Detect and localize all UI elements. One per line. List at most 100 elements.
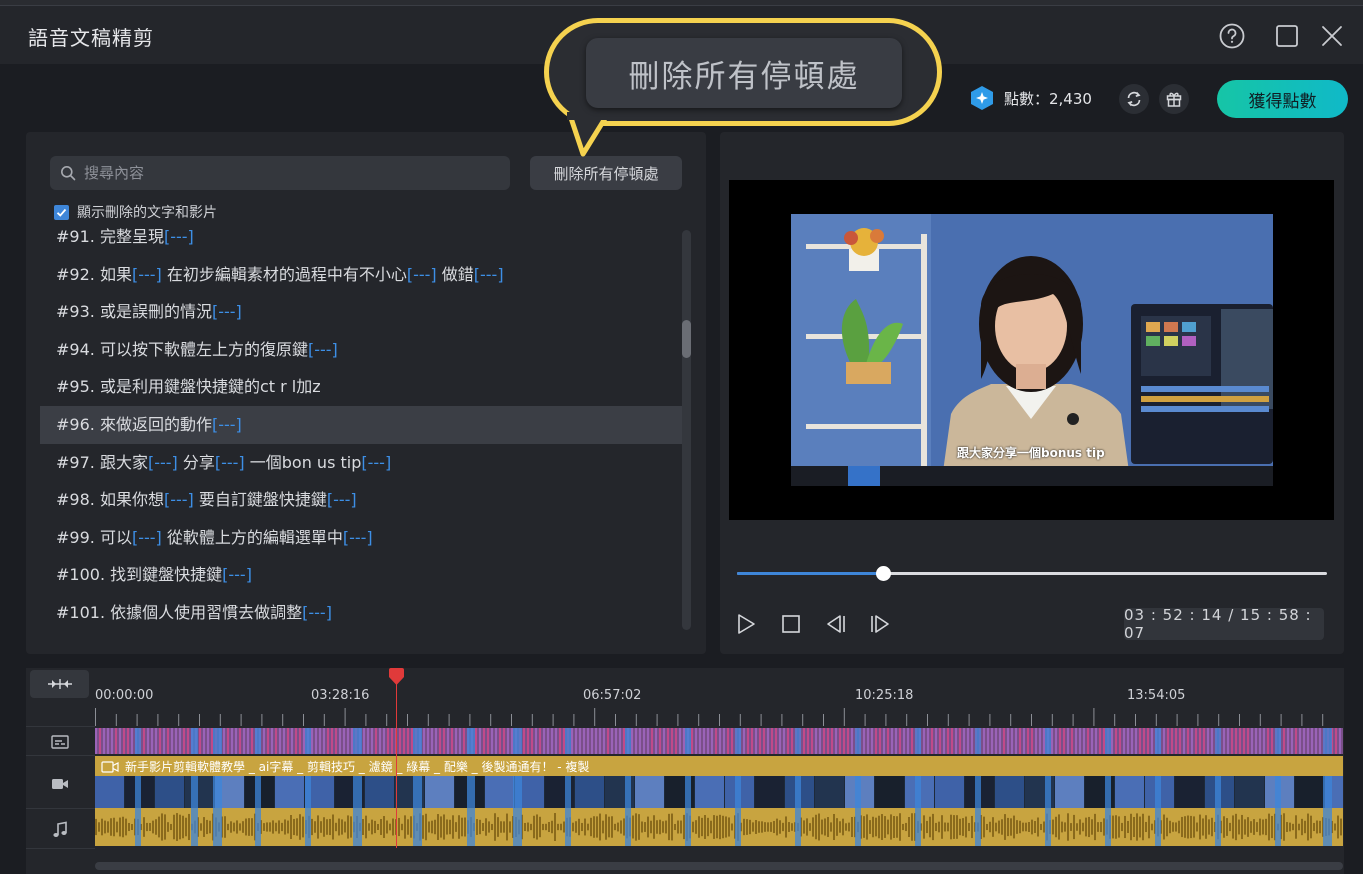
maximize-button[interactable]	[1273, 22, 1301, 50]
audio-waveform-bar	[1262, 819, 1264, 835]
pause-marker[interactable]: [---]	[132, 528, 162, 547]
subtitle-segment	[899, 728, 901, 754]
audio-waveform-bar	[878, 815, 880, 839]
transcript-line[interactable]: #100. 找到鍵盤快捷鍵[---]	[40, 556, 682, 594]
pause-marker[interactable]: [---]	[222, 565, 252, 584]
pause-cut-marker	[975, 808, 981, 846]
transcript-text[interactable]: 如果你想	[100, 490, 164, 509]
transcript-text[interactable]: 可以	[100, 528, 132, 547]
gift-button[interactable]	[1159, 84, 1189, 114]
search-input[interactable]	[84, 156, 504, 190]
audio-waveform-bar	[1001, 819, 1003, 835]
video-track-clip[interactable]: 新手影片剪輯軟體教學 _ ai字幕 _ 剪輯技巧 _ 濾鏡 _ 綠幕 _ 配樂 …	[95, 756, 1343, 808]
pause-marker[interactable]: [---]	[132, 265, 162, 284]
audio-waveform-bar	[533, 815, 535, 839]
transcript-text[interactable]: 或是利用鍵盤快捷鍵的ct r l加z	[100, 377, 321, 396]
subtitle-segment	[631, 728, 633, 754]
pause-marker[interactable]: [---]	[148, 453, 178, 472]
close-button[interactable]	[1318, 22, 1346, 50]
subtitle-segment	[363, 728, 365, 754]
subtitle-track[interactable]	[95, 728, 1343, 754]
transcript-text[interactable]: 一個bon us tip	[245, 453, 362, 472]
pause-marker[interactable]: [---]	[407, 265, 437, 284]
refresh-points-button[interactable]	[1119, 84, 1149, 114]
pause-marker[interactable]: [---]	[308, 340, 338, 359]
transcript-line[interactable]: #92. 如果[---] 在初步編輯素材的過程中有不小心[---] 做錯[---…	[40, 256, 682, 294]
audio-waveform-bar	[362, 819, 364, 835]
transcript-text[interactable]: 依據個人使用習慣去做調整	[110, 603, 302, 622]
subtitle-segment	[971, 728, 973, 754]
transcript-text[interactable]: 如果	[100, 265, 132, 284]
pause-marker[interactable]: [---]	[327, 490, 357, 509]
points-diamond-icon	[968, 84, 996, 112]
pause-marker[interactable]: [---]	[212, 302, 242, 321]
transcript-line[interactable]: #96. 來做返回的動作[---]	[40, 405, 682, 444]
transcript-line[interactable]: #93. 或是誤刪的情況[---]	[40, 293, 682, 331]
stop-button[interactable]	[779, 612, 803, 636]
transcript-line[interactable]: #91. 完整呈現[---]	[40, 218, 682, 256]
audio-waveform-bar	[1310, 815, 1312, 839]
transcript-text[interactable]: 來做返回的動作	[100, 415, 212, 434]
audio-waveform-bar	[1199, 814, 1201, 840]
playback-progress-knob[interactable]	[876, 566, 892, 581]
transcript-text[interactable]: 找到鍵盤快捷鍵	[110, 565, 222, 584]
timeline-horizontal-scrollbar[interactable]	[95, 862, 1343, 870]
transcript-line[interactable]: #95. 或是利用鍵盤快捷鍵的ct r l加z	[40, 368, 682, 406]
pause-marker[interactable]: [---]	[215, 453, 245, 472]
audio-waveform-bar	[182, 815, 184, 839]
previous-frame-button[interactable]	[824, 612, 848, 636]
subtitle-segment	[939, 728, 941, 754]
audio-waveform-bar	[509, 821, 511, 833]
transcript-text[interactable]: 或是誤刪的情況	[100, 302, 212, 321]
subtitle-segment	[659, 728, 661, 754]
transcript-text[interactable]: 從軟體上方的編輯選單中	[162, 528, 343, 547]
subtitle-segment	[103, 728, 105, 754]
playback-progress-slider[interactable]	[737, 566, 1327, 581]
get-points-button[interactable]: 獲得點數	[1217, 80, 1348, 118]
fit-timeline-button[interactable]	[30, 670, 89, 698]
transcript-text[interactable]: 做錯	[437, 265, 474, 284]
transcript-text[interactable]: 要自訂鍵盤快捷鍵	[194, 490, 327, 509]
transcript-text[interactable]: 分享	[178, 453, 215, 472]
transcript-line[interactable]: #97. 跟大家[---] 分享[---] 一個bon us tip[---]	[40, 444, 682, 482]
pause-marker[interactable]: [---]	[474, 265, 504, 284]
transcript-line[interactable]: #101. 依據個人使用習慣去做調整[---]	[40, 594, 682, 632]
playhead-handle[interactable]	[387, 668, 406, 686]
pause-marker[interactable]: [---]	[343, 528, 373, 547]
audio-waveform-bar	[491, 823, 493, 831]
video-preview[interactable]: 跟大家分享一個bonus tip	[729, 180, 1334, 520]
subtitle-segment	[451, 728, 453, 754]
audio-waveform-bar	[98, 822, 100, 832]
audio-track-clip[interactable]	[95, 808, 1343, 846]
subtitle-segment	[543, 728, 545, 754]
transcript-text[interactable]: 跟大家	[100, 453, 148, 472]
subtitle-segment	[1131, 728, 1133, 754]
next-frame-button[interactable]	[868, 612, 892, 636]
transcript-line[interactable]: #94. 可以按下軟體左上方的復原鍵[---]	[40, 331, 682, 369]
transcript-text[interactable]: 完整呈現	[100, 227, 164, 246]
delete-all-pauses-button[interactable]: 刪除所有停頓處	[530, 156, 682, 190]
pause-marker[interactable]: [---]	[212, 415, 242, 434]
transcript-line[interactable]: #99. 可以[---] 從軟體上方的編輯選單中[---]	[40, 519, 682, 557]
audio-waveform-bar	[443, 814, 445, 840]
play-button[interactable]	[734, 612, 758, 636]
audio-waveform-bar	[644, 822, 646, 832]
audio-waveform-bar	[1031, 819, 1033, 835]
timeline-ruler[interactable]	[95, 708, 1343, 726]
pause-marker[interactable]: [---]	[164, 227, 194, 246]
help-button[interactable]	[1218, 22, 1246, 50]
transcript-text[interactable]: 在初步編輯素材的過程中有不小心	[162, 265, 407, 284]
transcript-text[interactable]: 可以按下軟體左上方的復原鍵	[100, 340, 308, 359]
transcript-line[interactable]: #98. 如果你想[---] 要自訂鍵盤快捷鍵[---]	[40, 481, 682, 519]
transcript-scroll-thumb[interactable]	[682, 320, 691, 358]
audio-waveform-bar	[698, 816, 700, 838]
search-box[interactable]	[50, 156, 510, 190]
pause-cut-marker	[413, 776, 422, 808]
audio-waveform-bar	[971, 815, 973, 839]
pause-marker[interactable]: [---]	[164, 490, 194, 509]
gift-icon	[1166, 92, 1182, 107]
transcript-scrollbar[interactable]	[682, 230, 691, 630]
pause-marker[interactable]: [---]	[361, 453, 391, 472]
subtitle-segment	[675, 728, 677, 754]
pause-marker[interactable]: [---]	[302, 603, 332, 622]
